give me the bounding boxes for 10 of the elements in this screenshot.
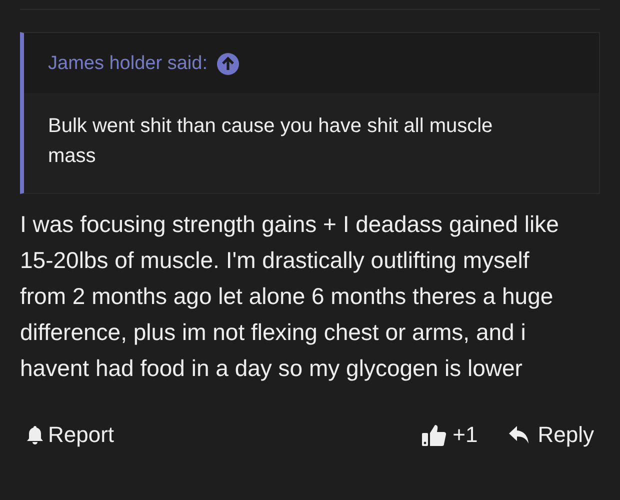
arrow-up-icon[interactable] <box>217 53 240 75</box>
reply-button[interactable]: Reply <box>508 422 594 448</box>
reply-icon <box>508 425 530 445</box>
quote-author[interactable]: James holder said: <box>48 53 208 75</box>
post-message: I was focusing strength gains + I deadass gained like 15-20lbs of muscle. I'm drastically outlifting myself from 2 months ago let alone 6 months theres a huge difference, plus im not flexing chest or arms, and i havent had food in a day so my glycogen is lower <box>20 210 560 383</box>
bell-icon <box>26 425 44 445</box>
like-button[interactable]: +1 <box>420 422 478 448</box>
report-button[interactable]: Report <box>26 422 114 448</box>
thumbs-up-icon <box>420 423 447 447</box>
quote-text: Bulk went shit than cause you have shit all muscle mass <box>47 114 494 169</box>
